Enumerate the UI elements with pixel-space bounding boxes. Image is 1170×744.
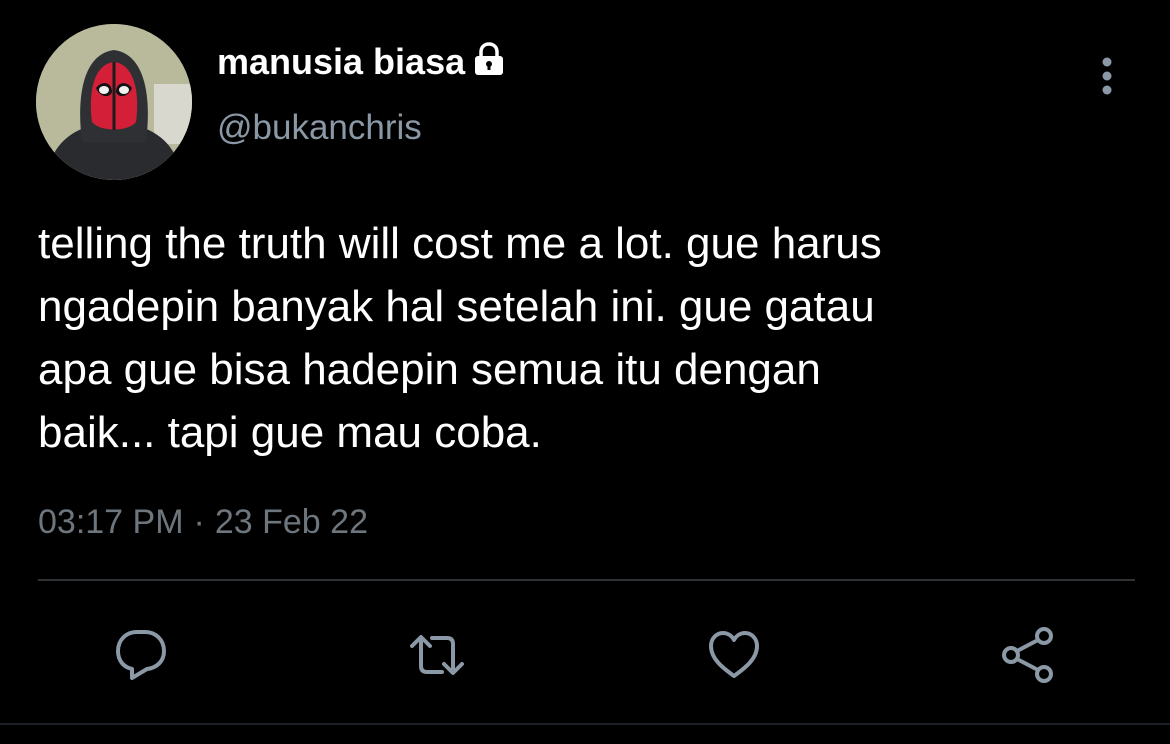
display-name[interactable]: manusia biasa: [217, 40, 507, 86]
more-options-icon: [1102, 57, 1112, 95]
retweet-button[interactable]: [406, 624, 468, 686]
like-button[interactable]: [703, 624, 765, 686]
share-button[interactable]: [998, 624, 1060, 686]
display-name-text: manusia biasa: [217, 41, 466, 82]
like-icon: [709, 631, 759, 678]
tweet-time: 03:17 PM: [38, 503, 184, 541]
tweet-date: 23 Feb 22: [214, 503, 368, 541]
user-handle[interactable]: @bukanchris: [217, 106, 422, 150]
share-icon: [1002, 627, 1053, 683]
deadpool-mask-avatar-image: [36, 24, 192, 180]
lock-icon: [471, 42, 507, 86]
more-options-button[interactable]: [1090, 52, 1124, 102]
tweet-text-line: telling the truth will cost me a lot. gu…: [38, 219, 882, 268]
tweet-text-line: baik... tapi gue mau coba.: [38, 408, 542, 457]
avatar[interactable]: [36, 24, 192, 180]
reply-button[interactable]: [110, 624, 172, 686]
tweet-text-line: apa gue bisa hadepin semua itu dengan: [38, 345, 821, 394]
retweet-icon: [410, 635, 464, 675]
bottom-divider: [0, 723, 1170, 725]
meta-separator: ·: [193, 503, 205, 541]
tweet-text-line: ngadepin banyak hal setelah ini. gue gat…: [38, 282, 875, 331]
tweet-text: telling the truth will cost me a lot. gu…: [38, 212, 1148, 464]
reply-icon: [116, 630, 166, 680]
divider: [38, 579, 1135, 581]
tweet-timestamp[interactable]: 03:17 PM · 23 Feb 22: [38, 500, 368, 544]
